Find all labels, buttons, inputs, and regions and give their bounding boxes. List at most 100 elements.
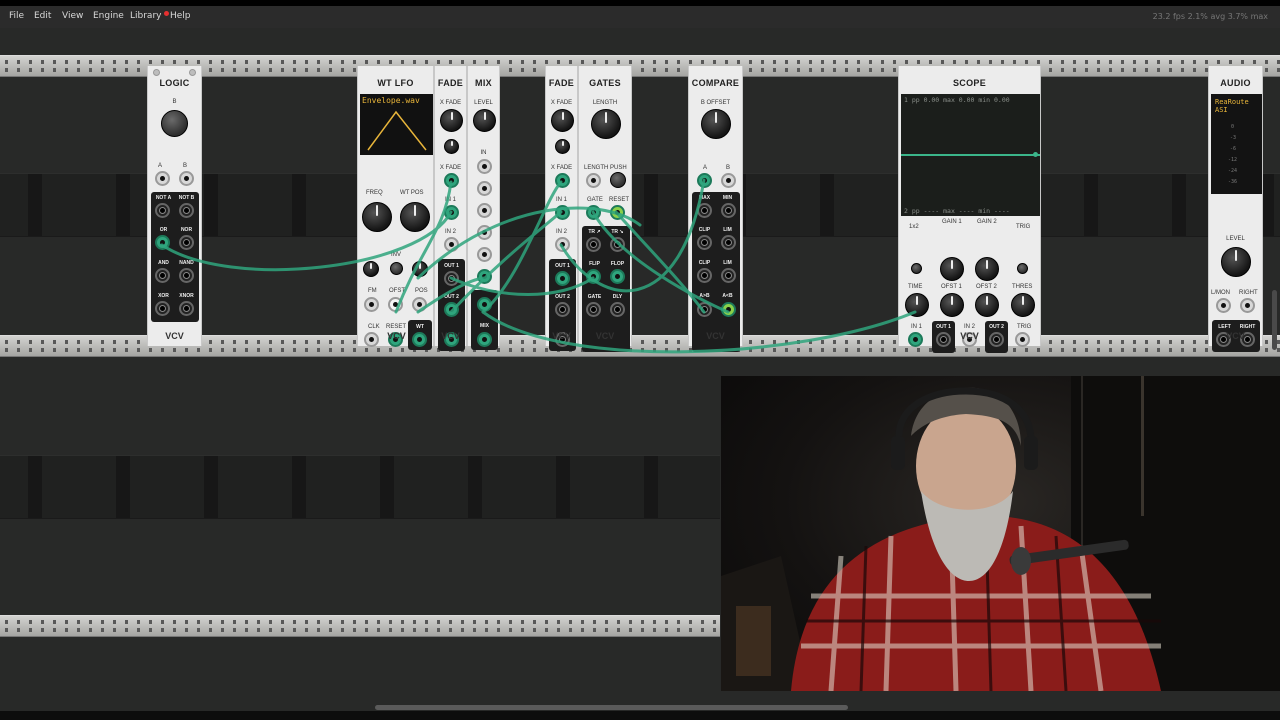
input-label: POS — [415, 288, 428, 294]
module-title: GATES — [589, 78, 621, 88]
a-greater-b-output-jack[interactable] — [697, 302, 712, 317]
crossfade-cv-jack[interactable] — [444, 173, 459, 188]
wt-pos-knob[interactable] — [400, 202, 430, 232]
gate-input-jack[interactable] — [586, 205, 601, 220]
output-1-jack[interactable] — [555, 271, 570, 286]
mix-input-jack[interactable] — [477, 225, 492, 240]
fm-input-jack[interactable] — [364, 297, 379, 312]
crossfade-attenuator-knob[interactable] — [555, 139, 570, 154]
output-jack-connected[interactable] — [155, 235, 170, 250]
crossfade-attenuator-knob[interactable] — [444, 139, 459, 154]
input-jack-b[interactable] — [179, 171, 194, 186]
output-jack[interactable] — [155, 301, 170, 316]
offset-1-knob[interactable] — [940, 293, 964, 317]
push-button[interactable] — [610, 172, 626, 188]
b-input-jack[interactable] — [721, 173, 736, 188]
b-offset-knob[interactable] — [701, 109, 731, 139]
a-input-jack[interactable] — [697, 173, 712, 188]
module-scope[interactable]: SCOPE 1 pp 0.00 max 0.00 min 0.00 2 pp -… — [898, 66, 1041, 353]
crossfade-cv-jack[interactable] — [555, 173, 570, 188]
clip-output-jack[interactable] — [697, 235, 712, 250]
output-label: OR — [159, 227, 168, 233]
module-compare[interactable]: COMPARE B OFFSET A B MAX MIN CLIP LIM CL… — [688, 66, 743, 352]
module-wt-lfo[interactable]: WT LFO Envelope.wav FREQ WT POS INV FM O… — [357, 66, 434, 350]
time-knob[interactable] — [905, 293, 929, 317]
input-jack-a[interactable] — [155, 171, 170, 186]
fall-trigger-output-jack[interactable] — [610, 237, 625, 252]
module-fade[interactable]: FADE X FADE X FADE IN 1 IN 2 OUT 1 OUT 2… — [545, 66, 578, 351]
output-jack[interactable] — [155, 268, 170, 283]
level-knob[interactable] — [1221, 247, 1251, 277]
pos-attenuator-knob[interactable] — [412, 261, 428, 277]
flop-output-jack[interactable] — [610, 269, 625, 284]
output-jack[interactable] — [179, 203, 194, 218]
length-cv-jack[interactable] — [586, 173, 601, 188]
mix-input-jack[interactable] — [477, 159, 492, 174]
x1x2-button[interactable] — [911, 263, 922, 274]
output-label: TR ↗ — [588, 229, 601, 235]
delay-output-jack[interactable] — [610, 302, 625, 317]
lim-output-jack[interactable] — [721, 235, 736, 250]
pos-input-jack[interactable] — [412, 297, 427, 312]
output-jack[interactable] — [179, 301, 194, 316]
crossfade-knob[interactable] — [440, 109, 463, 132]
offset-2-knob[interactable] — [975, 293, 999, 317]
output-label: NAND — [179, 260, 194, 266]
input-label: IN 2 — [964, 324, 976, 330]
output-2-jack[interactable] — [444, 302, 459, 317]
flip-output-jack[interactable] — [586, 269, 601, 284]
reset-input-jack[interactable] — [610, 205, 625, 220]
freq-knob[interactable] — [362, 202, 392, 232]
gain-2-knob[interactable] — [975, 257, 999, 281]
module-mix[interactable]: MIX LEVEL IN MIX — [467, 66, 500, 350]
module-logic[interactable]: LOGIC B A B NOT A NOT B OR NOR AND NAND … — [147, 66, 202, 346]
inv-button[interactable] — [390, 262, 403, 275]
mix-input-jack[interactable] — [477, 203, 492, 218]
offset-button[interactable] — [388, 297, 403, 312]
vertical-scrollbar[interactable] — [1272, 290, 1277, 350]
mix-output-jack[interactable] — [477, 332, 492, 347]
mix-input-jack[interactable] — [477, 247, 492, 262]
right-input-jack[interactable] — [1240, 298, 1255, 313]
mix-input-jack[interactable] — [477, 269, 492, 284]
horizontal-scrollbar[interactable] — [375, 705, 848, 710]
menu-engine[interactable]: Engine — [93, 11, 124, 21]
menu-help[interactable]: Help — [170, 11, 191, 21]
lim-output-jack[interactable] — [721, 268, 736, 283]
gain-1-knob[interactable] — [940, 257, 964, 281]
gate-output-jack[interactable] — [586, 302, 601, 317]
output-jack[interactable] — [179, 235, 194, 250]
output-jack[interactable] — [179, 268, 194, 283]
output-1-jack[interactable] — [444, 271, 459, 286]
menu-file[interactable]: File — [9, 11, 24, 21]
level-knob[interactable] — [473, 109, 496, 132]
module-audio[interactable]: AUDIO ReaRoute ASI 0 -3 -6 -12 -24 -36 L… — [1208, 66, 1263, 352]
output-2-jack[interactable] — [555, 302, 570, 317]
menu-library[interactable]: Library — [130, 11, 161, 21]
vcv-logo: VCV — [1226, 331, 1245, 341]
module-gates[interactable]: GATES LENGTH LENGTH PUSH GATE RESET TR ↗… — [578, 66, 632, 352]
length-knob[interactable] — [591, 109, 621, 139]
clip-output-jack[interactable] — [697, 268, 712, 283]
menu-edit[interactable]: Edit — [34, 11, 51, 21]
input-1-jack[interactable] — [555, 205, 570, 220]
rise-trigger-output-jack[interactable] — [586, 237, 601, 252]
threshold-knob[interactable] — [1011, 293, 1035, 317]
input-2-jack[interactable] — [444, 237, 459, 252]
crossfade-knob[interactable] — [551, 109, 574, 132]
min-output-jack[interactable] — [721, 203, 736, 218]
b-knob[interactable] — [161, 110, 188, 137]
fm-attenuator-knob[interactable] — [363, 261, 379, 277]
mix-input-jack[interactable] — [477, 181, 492, 196]
max-output-jack[interactable] — [697, 203, 712, 218]
trigger-button[interactable] — [1017, 263, 1028, 274]
a-less-b-output-jack[interactable] — [721, 302, 736, 317]
module-fade[interactable]: FADE X FADE X FADE IN 1 IN 2 OUT 1 OUT 2… — [434, 66, 467, 351]
mix-output-jack[interactable] — [477, 297, 492, 312]
output-jack[interactable] — [155, 203, 170, 218]
left-input-jack[interactable] — [1216, 298, 1231, 313]
input-2-jack[interactable] — [555, 237, 570, 252]
menu-view[interactable]: View — [62, 11, 83, 21]
output-label: CLIP — [698, 260, 711, 266]
input-1-jack[interactable] — [444, 205, 459, 220]
